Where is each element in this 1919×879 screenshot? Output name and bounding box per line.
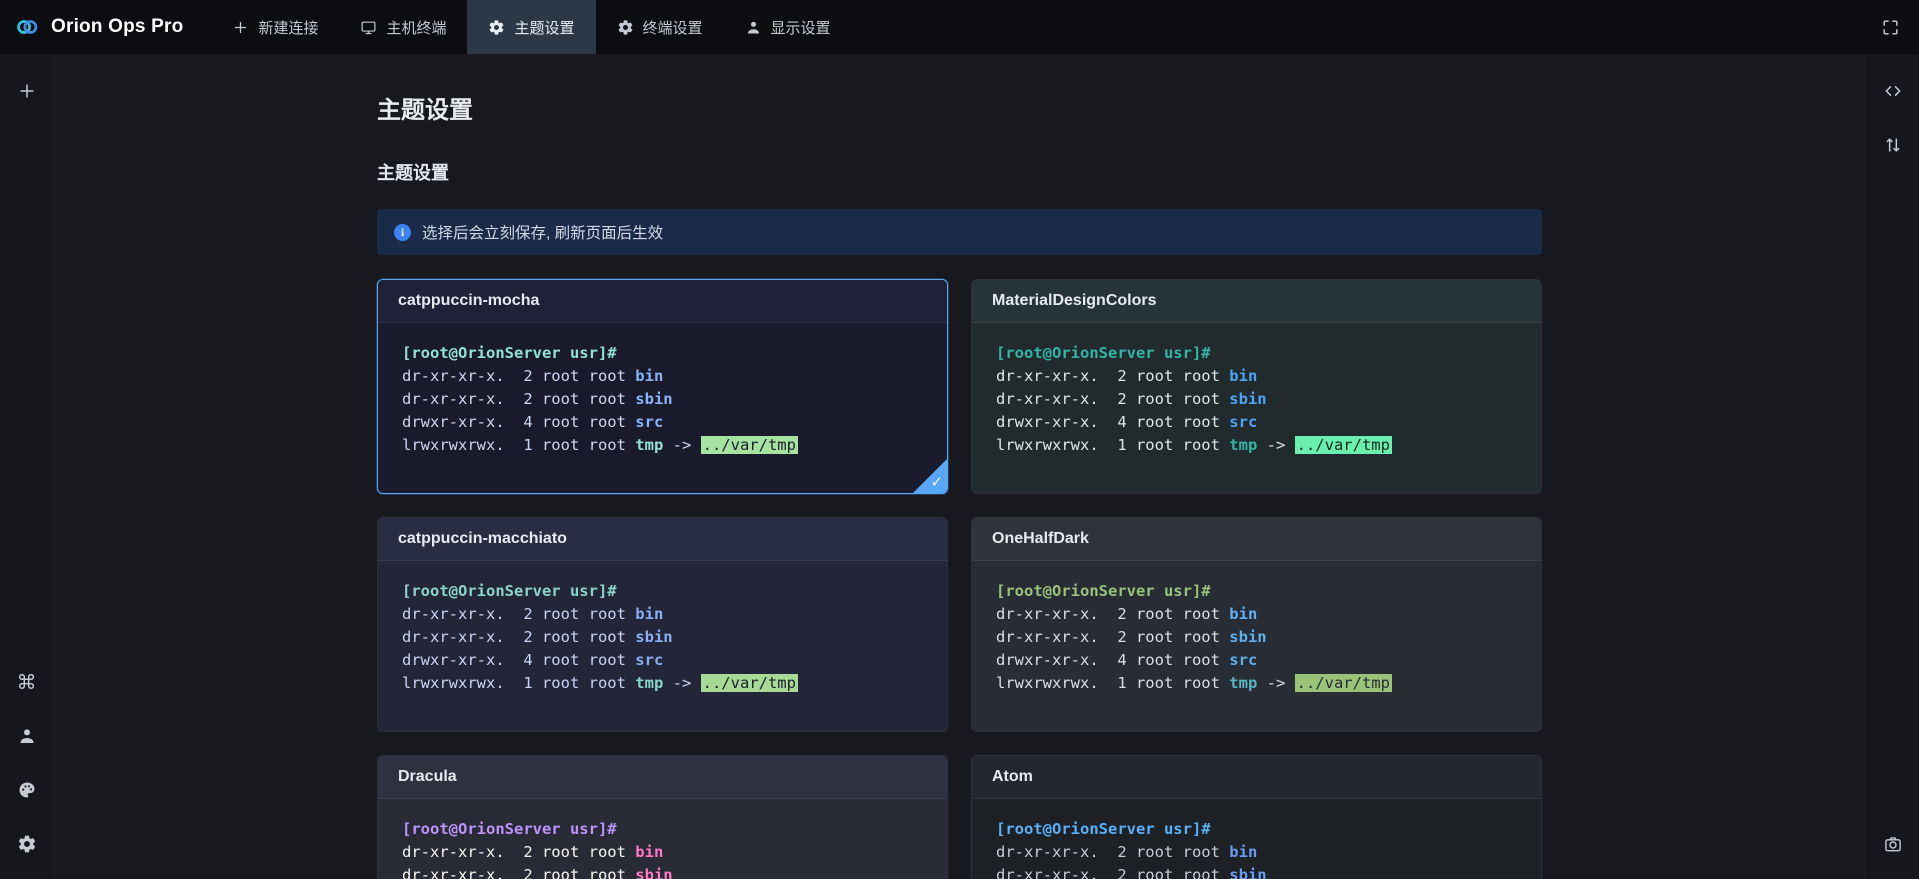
settings-gear-icon[interactable] (9, 826, 45, 862)
theme-card[interactable]: catppuccin-macchiato [root@OrionServer u… (377, 517, 948, 732)
theme-name: MaterialDesignColors (992, 292, 1156, 309)
left-sidebar: ⌘ (0, 54, 54, 879)
app-title: Orion Ops Pro (51, 16, 183, 38)
right-sidebar (1865, 54, 1919, 879)
nav-item-label: 新建连接 (258, 17, 318, 38)
main-content[interactable]: 主题设置 主题设置 i 选择后会立刻保存, 刷新页面后生效 catppuccin… (54, 54, 1865, 879)
terminal-preview: [root@OrionServer usr]#dr-xr-xr-x. 2 roo… (378, 561, 947, 731)
screenshot-camera-icon[interactable] (1875, 826, 1911, 862)
user-icon (745, 19, 762, 36)
theme-name: catppuccin-macchiato (398, 530, 567, 547)
nav-item-label: 主机终端 (386, 17, 446, 38)
user-profile-icon[interactable] (9, 718, 45, 754)
theme-name: OneHalfDark (992, 530, 1089, 547)
terminal-preview: [root@OrionServer usr]#dr-xr-xr-x. 2 roo… (378, 799, 947, 879)
info-alert-text: 选择后会立刻保存, 刷新页面后生效 (422, 221, 663, 243)
terminal-preview: [root@OrionServer usr]#dr-xr-xr-x. 2 roo… (972, 799, 1541, 879)
theme-card[interactable]: Atom [root@OrionServer usr]#dr-xr-xr-x. … (971, 755, 1542, 879)
theme-card[interactable]: OneHalfDark [root@OrionServer usr]#dr-xr… (971, 517, 1542, 732)
info-icon: i (394, 224, 411, 241)
sort-order-icon[interactable] (1875, 127, 1911, 163)
command-shortcut-icon[interactable]: ⌘ (9, 664, 45, 700)
nav-item-new-connection[interactable]: 新建连接 (211, 0, 339, 54)
nav-item-terminal-settings[interactable]: 终端设置 (596, 0, 724, 54)
terminal-preview: [root@OrionServer usr]#dr-xr-xr-x. 2 roo… (972, 561, 1541, 731)
top-navbar: Orion Ops Pro 新建连接 主机终端 主题设置 终端设置 显示设置 (0, 0, 1919, 54)
theme-palette-icon[interactable] (9, 772, 45, 808)
terminal-preview: [root@OrionServer usr]#dr-xr-xr-x. 2 roo… (972, 323, 1541, 493)
nav-item-theme-settings[interactable]: 主题设置 (467, 0, 595, 54)
theme-card[interactable]: MaterialDesignColors [root@OrionServer u… (971, 279, 1542, 494)
code-view-icon[interactable] (1875, 73, 1911, 109)
monitor-icon (360, 19, 377, 36)
app-brand[interactable]: Orion Ops Pro (0, 0, 211, 54)
fullscreen-icon[interactable] (1862, 0, 1919, 54)
nav-item-label: 终端设置 (643, 17, 703, 38)
nav-item-label: 主题设置 (514, 17, 574, 38)
terminal-preview: [root@OrionServer usr]#dr-xr-xr-x. 2 roo… (378, 323, 947, 493)
theme-name: Dracula (398, 768, 457, 785)
app-logo-icon (14, 14, 40, 40)
theme-name: catppuccin-mocha (398, 292, 539, 309)
theme-grid: catppuccin-mocha [root@OrionServer usr]#… (377, 279, 1542, 879)
page-title: 主题设置 (377, 90, 1542, 125)
section-title: 主题设置 (377, 159, 1542, 185)
theme-name: Atom (992, 768, 1033, 785)
nav-item-display-settings[interactable]: 显示设置 (724, 0, 852, 54)
nav-item-label: 显示设置 (771, 17, 831, 38)
theme-card[interactable]: catppuccin-mocha [root@OrionServer usr]#… (377, 279, 948, 494)
theme-card[interactable]: Dracula [root@OrionServer usr]#dr-xr-xr-… (377, 755, 948, 879)
nav-item-host-terminal[interactable]: 主机终端 (339, 0, 467, 54)
gear-icon (617, 19, 634, 36)
info-alert: i 选择后会立刻保存, 刷新页面后生效 (377, 209, 1542, 255)
add-connection-icon[interactable] (9, 73, 45, 109)
gear-icon (488, 19, 505, 36)
settings-page: 主题设置 主题设置 i 选择后会立刻保存, 刷新页面后生效 catppuccin… (54, 54, 1542, 879)
plus-icon (232, 19, 249, 36)
